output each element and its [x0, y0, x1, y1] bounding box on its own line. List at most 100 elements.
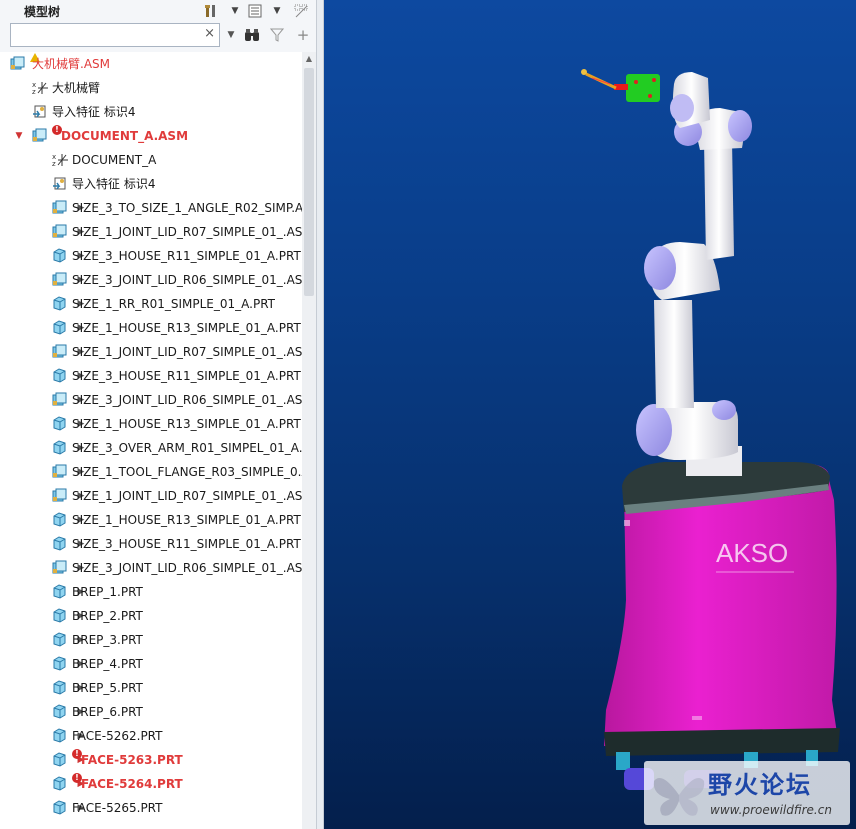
tree-node-label: BREP_3.PRT [72, 633, 143, 647]
tree-node[interactable]: ▶ SIZE_3_HOUSE_R11_SIMPLE_01_A.PRT [0, 364, 302, 388]
tree-node-label: SIZE_3_TO_SIZE_1_ANGLE_R02_SIMP.ASM [72, 201, 302, 215]
tree-node-label: 大机械臂.ASM [32, 57, 110, 71]
scroll-up-arrow-icon[interactable]: ▲ [302, 52, 316, 66]
assembly-icon [52, 344, 67, 359]
tree-node-label: SIZE_1_HOUSE_R13_SIMPLE_01_A.PRT [72, 417, 301, 431]
tree-node[interactable]: ▶ SIZE_3_JOINT_LID_R06_SIMPLE_01_.ASM [0, 388, 302, 412]
tree-node-label: SIZE_1_RR_R01_SIMPLE_01_A.PRT [72, 297, 276, 311]
tree-node[interactable]: ▶! FACE-5264.PRT [0, 772, 302, 796]
part-icon [52, 800, 67, 815]
tree-node[interactable]: ▶ SIZE_3_JOINT_LID_R06_SIMPLE_01_.ASM [0, 556, 302, 580]
tree-node[interactable]: ▶ FACE-5262.PRT [0, 724, 302, 748]
assembly-icon [52, 560, 67, 575]
tree-node[interactable]: 大机械臂.ASM [0, 52, 302, 76]
tree-node-label: BREP_6.PRT [72, 705, 143, 719]
robot-arm[interactable] [636, 72, 752, 476]
tree-node-label: FACE-5264.PRT [81, 777, 183, 791]
base-brand-label: AKSO [716, 538, 788, 568]
tree-node-label: BREP_2.PRT [72, 609, 143, 623]
search-dropdown-arrow-icon[interactable]: ▼ [222, 26, 240, 44]
import-feature-icon [52, 176, 67, 191]
tree-node-label: SIZE_1_JOINT_LID_R07_SIMPLE_01_.ASM [72, 489, 302, 503]
tree-node[interactable]: ▶ BREP_5.PRT [0, 676, 302, 700]
tree-node[interactable]: ▶SIZE_1_TOOL_FLANGE_R03_SIMPLE_0.ASM [0, 460, 302, 484]
tree-node-label: BREP_5.PRT [72, 681, 143, 695]
tree-node[interactable]: x z DOCUMENT_A [0, 148, 302, 172]
assembly-icon [52, 464, 67, 479]
part-icon [52, 416, 67, 431]
tree-node-label: SIZE_1_HOUSE_R13_SIMPLE_01_A.PRT [72, 513, 301, 527]
tree-node-label: FACE-5262.PRT [72, 729, 163, 743]
tree-node-label: BREP_1.PRT [72, 585, 143, 599]
tree-node[interactable]: 导入特征 标识4 [0, 100, 302, 124]
search-input[interactable] [13, 25, 198, 45]
tree-node-label: SIZE_1_TOOL_FLANGE_R03_SIMPLE_0.ASM [72, 465, 302, 479]
part-icon [52, 608, 67, 623]
tree-node[interactable]: ▶ FACE-5265.PRT [0, 796, 302, 820]
part-icon [52, 536, 67, 551]
tree-node[interactable]: ▶ SIZE_3_HOUSE_R11_SIMPLE_01_A.PRT [0, 532, 302, 556]
assembly-icon [32, 128, 47, 143]
add-plus-icon[interactable]: + [294, 26, 312, 44]
part-icon [52, 320, 67, 335]
mobile-base[interactable]: AKSO [604, 462, 840, 790]
assembly-icon [52, 392, 67, 407]
tree-node-label: DOCUMENT_A.ASM [61, 129, 189, 143]
collapse-arrow-icon[interactable]: ▼ [14, 130, 24, 142]
robot-model-scene[interactable]: AKSO [324, 0, 856, 829]
clear-search-icon[interactable]: × [204, 26, 215, 41]
3d-viewport[interactable]: AKSO 野火论坛 www.proewildfire.cn [324, 0, 856, 829]
svg-text:z: z [52, 160, 56, 167]
show-hide-icon[interactable] [292, 2, 310, 20]
tree-node[interactable]: ▶ SIZE_1_HOUSE_R13_SIMPLE_01_A.PRT [0, 508, 302, 532]
tree-node[interactable]: 导入特征 标识4 [0, 172, 302, 196]
tree-node[interactable]: ▶ SIZE_1_RR_R01_SIMPLE_01_A.PRT [0, 292, 302, 316]
tree-node-label: SIZE_3_JOINT_LID_R06_SIMPLE_01_.ASM [72, 561, 302, 575]
tree-node[interactable]: ▶ SIZE_1_HOUSE_R13_SIMPLE_01_A.PRT [0, 316, 302, 340]
coord-system-icon: xz [52, 152, 68, 168]
watermark: 野火论坛 www.proewildfire.cn [644, 761, 850, 825]
assembly-icon [52, 488, 67, 503]
tree-node-label: SIZE_3_HOUSE_R11_SIMPLE_01_A.PRT [72, 537, 301, 551]
part-icon [52, 776, 67, 791]
filter-funnel-icon[interactable] [268, 26, 286, 44]
assembly-icon [10, 56, 25, 71]
tree-scrollbar[interactable]: ▲ [302, 52, 316, 829]
tree-node[interactable]: ▼! DOCUMENT_A.ASM [0, 124, 302, 148]
tree-node-label: DOCUMENT_A [72, 153, 157, 167]
tree-node[interactable]: ▶ SIZE_1_JOINT_LID_R07_SIMPLE_01_.ASM [0, 340, 302, 364]
tree-node[interactable]: ▶ BREP_3.PRT [0, 628, 302, 652]
tree-node[interactable]: ▶ SIZE_1_JOINT_LID_R07_SIMPLE_01_.ASM [0, 484, 302, 508]
tree-node[interactable]: ▶ SIZE_3_TO_SIZE_1_ANGLE_R02_SIMP.ASM [0, 196, 302, 220]
tree-node[interactable]: ▶ SIZE_3_HOUSE_R11_SIMPLE_01_A.PRT [0, 244, 302, 268]
tree-node[interactable]: ▶ SIZE_1_JOINT_LID_R07_SIMPLE_01_.ASM [0, 220, 302, 244]
settings-tools-icon[interactable] [202, 2, 220, 20]
part-icon [52, 656, 67, 671]
tree-node[interactable]: x z 大机械臂 [0, 76, 302, 100]
part-icon [52, 368, 67, 383]
tree-node[interactable]: ▶ BREP_1.PRT [0, 580, 302, 604]
tool-end-effector[interactable] [581, 69, 660, 102]
assembly-icon [52, 200, 67, 215]
scroll-thumb[interactable] [304, 68, 314, 296]
tree-node[interactable]: ▶! FACE-5263.PRT [0, 748, 302, 772]
tree-node[interactable]: ▶ SIZE_3_JOINT_LID_R06_SIMPLE_01_.ASM [0, 268, 302, 292]
tree-list-dropdown-arrow-icon[interactable]: ▼ [268, 2, 286, 20]
tree-node-label: SIZE_3_HOUSE_R11_SIMPLE_01_A.PRT [72, 249, 301, 263]
tree-list-icon[interactable] [246, 2, 264, 20]
tree-node[interactable]: ▶ SIZE_3_OVER_ARM_R01_SIMPEL_01_A.PRT [0, 436, 302, 460]
tree-node[interactable]: ▶ BREP_2.PRT [0, 604, 302, 628]
find-binoculars-icon[interactable] [243, 26, 261, 44]
model-tree: 大机械臂.ASM x z 大机械臂 导入特征 标识4 ▼! DOCUMENT_A.ASM x z… [0, 52, 302, 829]
panel-splitter[interactable] [316, 0, 324, 829]
tree-node-label: 导入特征 标识4 [72, 177, 156, 191]
tree-node[interactable]: ▶ BREP_6.PRT [0, 700, 302, 724]
settings-dropdown-arrow-icon[interactable]: ▼ [226, 2, 244, 20]
tree-node[interactable]: ▶ SIZE_1_HOUSE_R13_SIMPLE_01_A.PRT [0, 412, 302, 436]
part-icon [52, 752, 67, 767]
search-box[interactable]: × [10, 23, 220, 47]
tree-node[interactable]: ▶ BREP_4.PRT [0, 652, 302, 676]
filter-row: × ▼ + [0, 22, 320, 52]
watermark-title: 野火论坛 [708, 770, 812, 799]
part-icon [52, 632, 67, 647]
